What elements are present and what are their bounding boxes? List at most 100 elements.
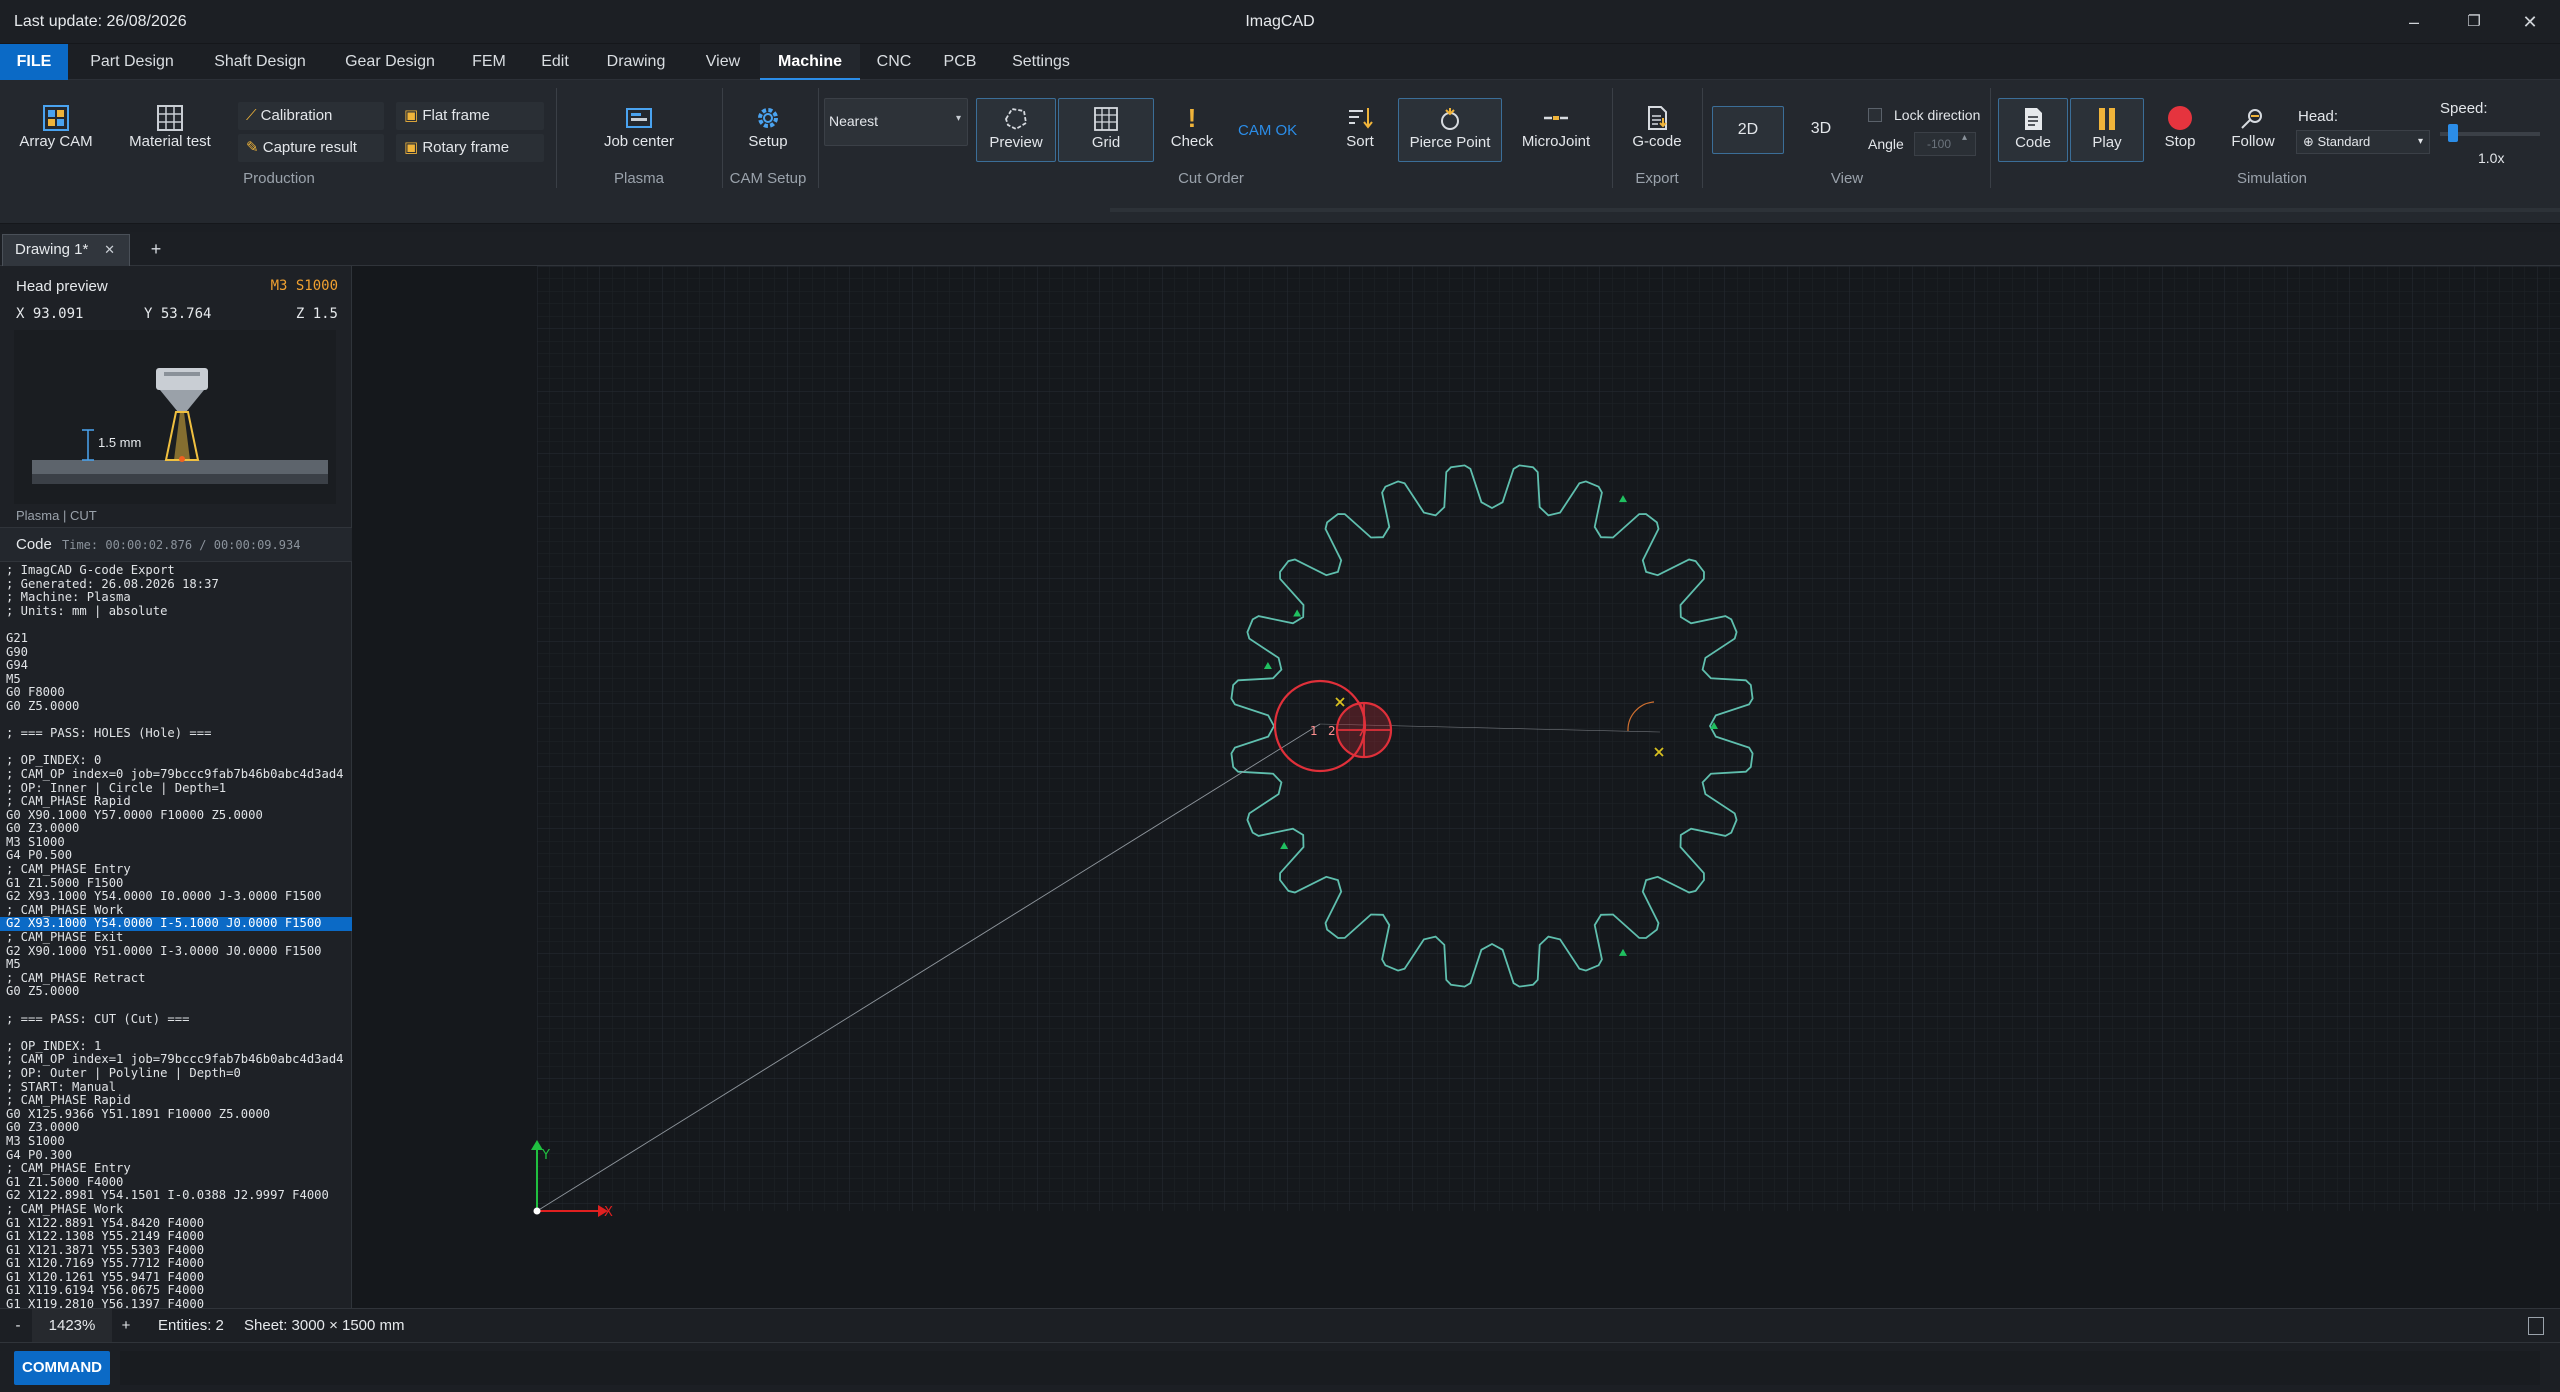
gcode-line[interactable]: G94 (0, 659, 352, 673)
gcode-line[interactable] (0, 618, 352, 632)
gcode-line[interactable]: G1 X119.6194 Y56.0675 F4000 (0, 1284, 352, 1298)
menu-fem[interactable]: FEM (456, 44, 522, 80)
check-button[interactable]: ! Check (1160, 98, 1224, 162)
angle-spinner-icon[interactable]: ▴ (1962, 132, 1967, 143)
view-3d-button[interactable]: 3D (1786, 106, 1856, 154)
gcode-line[interactable]: G2 X122.8981 Y54.1501 I-0.0388 J2.9997 F… (0, 1189, 352, 1203)
menu-view[interactable]: View (690, 44, 756, 80)
capture-result-button[interactable]: ✎ Capture result (238, 134, 384, 162)
add-tab-button[interactable]: + (146, 234, 166, 264)
array-cam-button[interactable]: Array CAM (10, 98, 102, 162)
zoom-level[interactable]: 1423% (32, 1309, 112, 1343)
gcode-line[interactable]: G0 F8000 (0, 686, 352, 700)
grid-button[interactable]: Grid (1058, 98, 1154, 162)
cut-order-select[interactable]: Nearest ▾ (824, 98, 968, 146)
gcode-line[interactable]: ; OP_INDEX: 0 (0, 754, 352, 768)
gcode-line[interactable]: G1 X122.1308 Y55.2149 F4000 (0, 1229, 352, 1244)
gcode-line[interactable]: ; OP_INDEX: 1 (0, 1039, 352, 1054)
gcode-listing[interactable]: ; ImagCAD G-code Export; Generated: 26.0… (0, 562, 352, 1308)
menu-drawing[interactable]: Drawing (594, 44, 678, 80)
flat-frame-button[interactable]: ▣ Flat frame (396, 102, 544, 130)
gcode-line[interactable]: M5 (0, 672, 352, 687)
head-select[interactable]: ⊕ Standard ▾ (2296, 130, 2430, 154)
gcode-line[interactable]: G0 X125.9366 Y51.1891 F10000 Z5.0000 (0, 1107, 352, 1122)
gcode-line[interactable]: G2 X90.1000 Y51.0000 I-3.0000 J0.0000 F1… (0, 944, 352, 959)
drawing-canvas[interactable]: 1 2 X Y (352, 266, 2560, 1308)
menu-settings[interactable]: Settings (998, 44, 1084, 80)
gcode-line[interactable]: ; CAM_OP index=0 job=79bccc9fab7b46b0abc… (0, 767, 352, 782)
gcode-line[interactable]: G0 Z3.0000 (0, 1121, 352, 1135)
gcode-line[interactable]: ; CAM_PHASE Rapid (0, 794, 352, 809)
gcode-line[interactable]: G2 X93.1000 Y54.0000 I0.0000 J-3.0000 F1… (0, 890, 352, 904)
calculator-icon[interactable] (2528, 1317, 2544, 1335)
gcode-line[interactable]: ; OP: Outer | Polyline | Depth=0 (0, 1066, 352, 1081)
follow-button[interactable]: Follow (2218, 98, 2288, 162)
gcode-line[interactable]: ; === PASS: CUT (Cut) === (0, 1012, 352, 1027)
gcode-line[interactable]: ; CAM_OP index=1 job=79bccc9fab7b46b0abc… (0, 1053, 352, 1067)
gcode-line[interactable]: M5 (0, 958, 352, 972)
gcode-line[interactable] (0, 1026, 352, 1040)
gcode-line[interactable]: G4 P0.500 (0, 849, 352, 863)
gcode-line[interactable]: ; OP: Inner | Circle | Depth=1 (0, 781, 352, 796)
gcode-line[interactable]: G4 P0.300 (0, 1148, 352, 1163)
gcode-line[interactable]: ; CAM_PHASE Work (0, 1202, 352, 1217)
menu-part-design[interactable]: Part Design (78, 44, 186, 80)
restore-icon[interactable]: ❐ (2451, 6, 2497, 38)
zoom-out-button[interactable]: - (8, 1309, 28, 1343)
gcode-line[interactable]: ; === PASS: HOLES (Hole) === (0, 727, 352, 741)
gcode-line[interactable] (0, 714, 352, 728)
menu-machine[interactable]: Machine (760, 44, 860, 80)
code-button[interactable]: Code (1998, 98, 2068, 162)
zoom-in-button[interactable]: + (116, 1309, 136, 1343)
gcode-line[interactable]: ; Units: mm | absolute (0, 604, 352, 619)
menu-cnc[interactable]: CNC (866, 44, 922, 80)
command-input[interactable] (120, 1351, 2540, 1385)
gcode-line[interactable]: G1 X122.8891 Y54.8420 F4000 (0, 1216, 352, 1231)
gcode-line[interactable]: ; Generated: 26.08.2026 18:37 (0, 577, 352, 592)
close-icon[interactable]: ✕ (2507, 6, 2553, 38)
gcode-line[interactable]: G0 X90.1000 Y57.0000 F10000 Z5.0000 (0, 808, 352, 823)
calibration-button[interactable]: ⟋ Calibration (238, 102, 384, 130)
gcode-line[interactable]: ; CAM_PHASE Work (0, 903, 352, 918)
gcode-line[interactable] (0, 741, 352, 755)
gcode-line[interactable]: G1 Z1.5000 F1500 (0, 876, 352, 891)
gcode-export-button[interactable]: G-code (1620, 98, 1694, 162)
preview-button[interactable]: Preview (976, 98, 1056, 162)
setup-button[interactable]: Setup (730, 98, 806, 162)
gcode-line[interactable]: G0 Z5.0000 (0, 985, 352, 999)
gcode-line[interactable] (0, 999, 352, 1013)
view-2d-button[interactable]: 2D (1712, 106, 1784, 154)
gcode-line[interactable]: ; CAM_PHASE Entry (0, 1162, 352, 1176)
gcode-line[interactable]: M3 S1000 (0, 835, 352, 850)
menu-gear-design[interactable]: Gear Design (334, 44, 446, 80)
menu-edit[interactable]: Edit (530, 44, 580, 80)
menu-pcb[interactable]: PCB (932, 44, 988, 80)
gcode-line[interactable]: G1 X121.3871 Y55.5303 F4000 (0, 1243, 352, 1258)
gcode-line[interactable]: G2 X93.1000 Y54.0000 I-5.1000 J0.0000 F1… (0, 917, 352, 932)
speed-slider-thumb[interactable] (2448, 124, 2458, 142)
gcode-line[interactable]: G90 (0, 645, 352, 660)
gcode-line[interactable]: ; CAM_PHASE Retract (0, 971, 352, 986)
gcode-line[interactable]: G1 X120.1261 Y55.9471 F4000 (0, 1270, 352, 1285)
canvas-svg[interactable]: 1 2 X Y (352, 266, 2560, 1308)
tab-drawing-1[interactable]: Drawing 1* ✕ (2, 234, 130, 266)
material-test-button[interactable]: Material test (112, 98, 228, 162)
gcode-line[interactable]: G1 Z1.5000 F4000 (0, 1175, 352, 1190)
gcode-line[interactable]: ; ImagCAD G-code Export (0, 563, 352, 578)
pierce-point-button[interactable]: Pierce Point (1398, 98, 1502, 162)
microjoint-button[interactable]: MicroJoint (1508, 98, 1604, 162)
gcode-line[interactable]: M3 S1000 (0, 1134, 352, 1149)
menu-shaft-design[interactable]: Shaft Design (196, 44, 324, 80)
gcode-line[interactable]: G1 X120.7169 Y55.7712 F4000 (0, 1257, 352, 1271)
lock-direction-checkbox[interactable] (1868, 108, 1882, 122)
job-center-button[interactable]: Job center (566, 98, 712, 162)
close-tab-icon[interactable]: ✕ (104, 235, 115, 265)
gcode-line[interactable]: ; Machine: Plasma (0, 591, 352, 605)
gcode-line[interactable]: G21 (0, 631, 352, 646)
gcode-line[interactable]: G0 Z5.0000 (0, 699, 352, 714)
gcode-line[interactable]: ; CAM_PHASE Entry (0, 862, 352, 877)
minimize-icon[interactable]: – (2391, 6, 2437, 38)
ribbon-scrollbar[interactable] (1110, 208, 2560, 212)
sort-button[interactable]: Sort (1328, 98, 1392, 162)
menu-file[interactable]: FILE (0, 44, 68, 80)
